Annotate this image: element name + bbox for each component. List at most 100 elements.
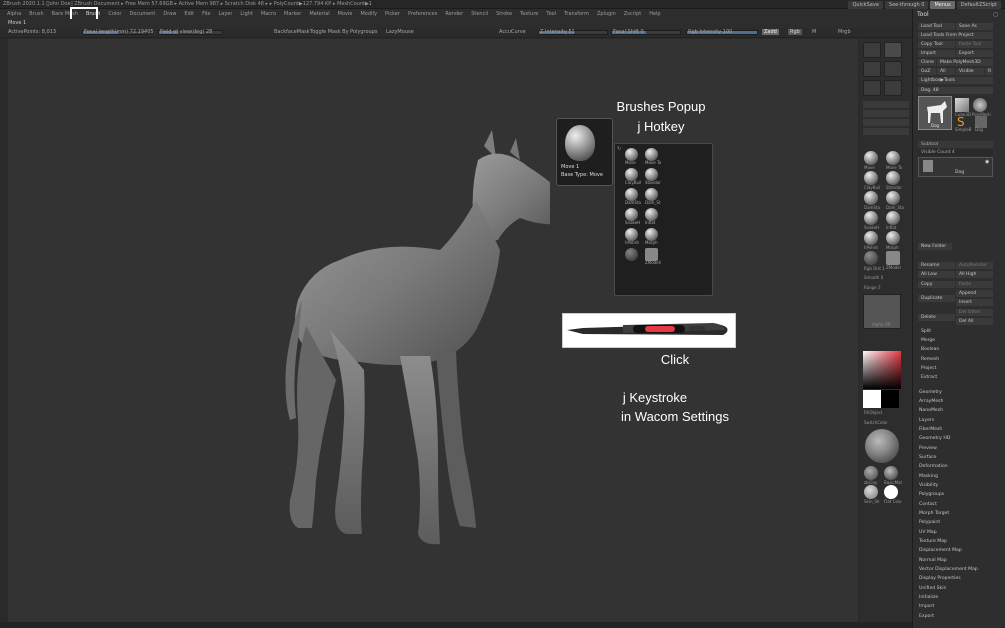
boolean-menu[interactable]: Boolean [918,346,993,353]
menu-zplugin[interactable]: Zplugin [597,11,616,17]
palette-polypaint[interactable]: Polypaint [919,520,940,525]
shelf-brush-inflate[interactable]: Inflat [886,211,900,230]
menu-light[interactable]: Light [240,11,252,17]
menu-color[interactable]: Color [108,11,121,17]
lazymouse-button[interactable]: LazyMouse [386,29,414,35]
see-through-slider[interactable]: See-through 0 [884,0,929,9]
load-tool-button[interactable]: Load Tool [918,23,955,30]
brush-inflate[interactable]: Inflat [635,208,675,225]
insert-button[interactable]: Insert [956,299,993,306]
default-zscript-button[interactable]: DefaultZScript [956,0,1001,9]
palette-geometry[interactable]: Geometry [919,390,942,395]
palette-vector-displacement-map[interactable]: Vector Displacement Map [919,567,978,572]
palette-display-properties[interactable]: Display Properties [919,576,961,581]
material-basic[interactable]: BasicMat [884,466,902,485]
palette-import[interactable]: Import [919,604,934,609]
palette-unified-skin[interactable]: Unified Skin [919,586,946,591]
dog-tool-thumb[interactable]: Dog [918,96,952,130]
alpha-thumbnail[interactable]: Alpha Off [863,294,901,329]
lazim-button[interactable] [863,101,909,108]
xyz-button[interactable] [884,61,902,77]
goz-r-button[interactable]: R [985,68,993,75]
material-skin[interactable]: Skin_Sh [864,485,880,504]
menu-edit[interactable]: Edit [184,11,194,17]
accucurve-button[interactable]: AccuCurve [499,29,526,35]
copy-tool-button[interactable]: Copy Tool [918,41,955,48]
autoreorder-button[interactable]: AutoReorder [956,262,993,269]
paste-tool-button[interactable]: Paste Tool [956,41,993,48]
merge-menu[interactable]: Merge [918,337,993,344]
lightbox-tools-button[interactable]: Lightbox▶Tools [918,77,993,84]
palette-geometry-hd[interactable]: Geometry HD [919,436,950,441]
range-slider[interactable]: Range 3 [864,285,881,290]
shelf-brush-zmodeler[interactable]: ZModel [886,251,901,270]
menu-help[interactable]: Help [649,11,660,17]
export-button[interactable]: Export [956,50,993,57]
local-sym-button[interactable] [863,61,881,77]
left-tray[interactable] [0,39,8,622]
shelf-brush-damstandard[interactable]: DamSta [864,191,880,210]
secondary-color-swatch[interactable] [881,390,899,408]
del-all-button[interactable]: Del All [956,318,993,325]
clone-button[interactable]: Clone [918,59,936,66]
new-folder-button[interactable]: New Folder [918,243,952,250]
palette-fibermesh[interactable]: FiberMesh [919,427,942,432]
fill-object-button[interactable]: FillObject [864,410,882,415]
switch-color-button[interactable]: SwitchColor [864,420,888,425]
remesh-menu[interactable]: Remesh [918,356,993,363]
palette-uv-map[interactable]: UV Map [919,530,937,535]
goz-all-button[interactable]: All [937,68,955,75]
menu-stencil[interactable]: Stencil [471,11,488,17]
import-button[interactable]: Import [918,50,955,57]
palette-contact[interactable]: Contact [919,502,937,507]
menu-brush-a[interactable]: Brush [29,11,43,17]
palette-arraymesh[interactable]: ArrayMesh [919,399,943,404]
shelf-brush-morph[interactable]: Morph [886,231,900,250]
shelf-brush-snakehook[interactable]: SnakeH [864,211,879,230]
del-other-button[interactable]: Del Other [956,309,993,316]
shelf-brush-hpolish[interactable]: hPolish [864,231,878,250]
clear-all-button[interactable] [863,110,909,117]
split-menu[interactable]: Split [918,328,993,335]
cube3d-thumb[interactable] [955,98,969,112]
quicksave-button[interactable]: QuickSave [848,0,883,9]
menu-texture[interactable]: Texture [520,11,538,17]
menu-preferences[interactable]: Preferences [408,11,437,17]
menu-alpha[interactable]: Alpha [7,11,21,17]
menu-draw[interactable]: Draw [163,11,176,17]
main-color-swatch[interactable] [863,390,881,408]
menu-tool[interactable]: Tool [546,11,556,17]
mrgb-button[interactable]: Mrgb [838,29,851,35]
rotate-button[interactable] [884,80,902,96]
material-preview[interactable] [865,429,899,463]
shelf-brush-unnamed[interactable] [864,251,878,265]
menu-picker[interactable]: Picker [385,11,400,17]
palette-export[interactable]: Export [919,614,934,619]
shelf-brush-move-to[interactable]: Move To [886,151,902,170]
palette-initialize[interactable]: Initialize [919,595,938,600]
goz-button[interactable]: GoZ [918,68,936,75]
paste-subtool-button[interactable]: Paste [956,281,993,288]
brush-move-to[interactable]: Move To [635,148,675,165]
palette-deformation[interactable]: Deformation [919,464,948,469]
menu-material[interactable]: Material [309,11,329,17]
make-polymesh-button[interactable]: Make PolyMesh3D [937,59,993,66]
palette-visibility[interactable]: Visibility [919,483,938,488]
dog-tool-slider[interactable]: Dog. 48 [918,87,993,94]
palette-layers[interactable]: Layers [919,418,934,423]
palette-preview[interactable]: Preview [919,446,937,451]
eye-icon[interactable]: ◉ [985,159,989,165]
menu-layer[interactable]: Layer [218,11,232,17]
palette-texture-map[interactable]: Texture Map [919,539,947,544]
bpr-button[interactable] [863,42,881,58]
duplicate-button[interactable]: Duplicate [918,295,955,302]
palette-polygroups[interactable]: Polygroups [919,492,944,497]
brush-standard[interactable]: Standar [635,168,675,185]
zadd-button[interactable]: Zadd [762,29,779,35]
delete-button[interactable]: Delete [918,314,955,321]
menu-zscript[interactable]: Zscript [624,11,641,17]
floor-button[interactable] [884,42,902,58]
menus-button[interactable]: Menus [930,0,955,9]
all-high-button[interactable]: All High [956,271,993,278]
palette-close-icon[interactable]: ○ [993,11,998,18]
